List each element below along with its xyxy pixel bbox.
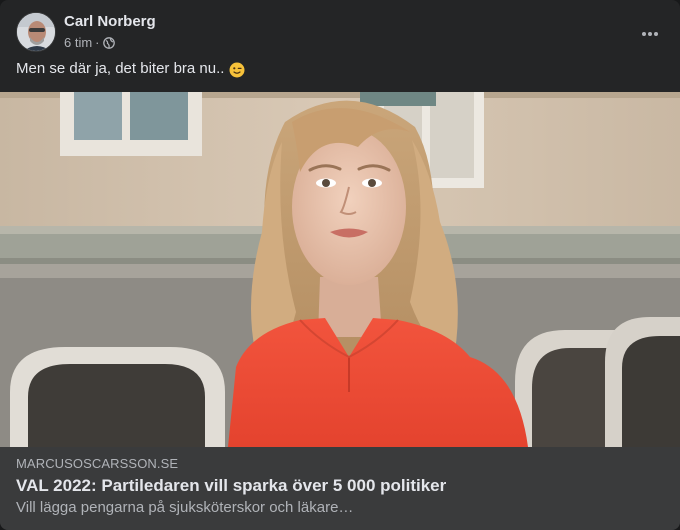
portrait-photo [0, 92, 680, 447]
winking-face-icon [229, 62, 245, 78]
avatar-image [17, 13, 55, 51]
link-preview-info[interactable]: MARCUSOSCARSSON.SE VAL 2022: Partiledare… [0, 447, 680, 530]
post-meta: 6 tim · [64, 35, 115, 50]
post-text: Men se där ja, det biter bra nu.. [16, 60, 225, 77]
author-name[interactable]: Carl Norberg [64, 13, 156, 30]
link-domain: MARCUSOSCARSSON.SE [16, 456, 179, 471]
post-header: Carl Norberg 6 tim · [16, 12, 664, 54]
post-message: Men se där ja, det biter bra nu.. [16, 60, 245, 77]
link-title[interactable]: VAL 2022: Partiledaren vill sparka över … [16, 476, 446, 496]
globe-icon[interactable] [102, 36, 115, 49]
meta-separator: · [95, 35, 100, 50]
post-timestamp[interactable]: 6 tim [64, 35, 92, 50]
link-description: Vill lägga pengarna på sjuksköterskor oc… [16, 499, 354, 516]
post-card: Carl Norberg 6 tim · Men se där ja, det … [0, 0, 680, 530]
more-options-icon[interactable] [632, 16, 668, 52]
link-preview-image[interactable] [0, 92, 680, 447]
avatar[interactable] [16, 12, 56, 52]
